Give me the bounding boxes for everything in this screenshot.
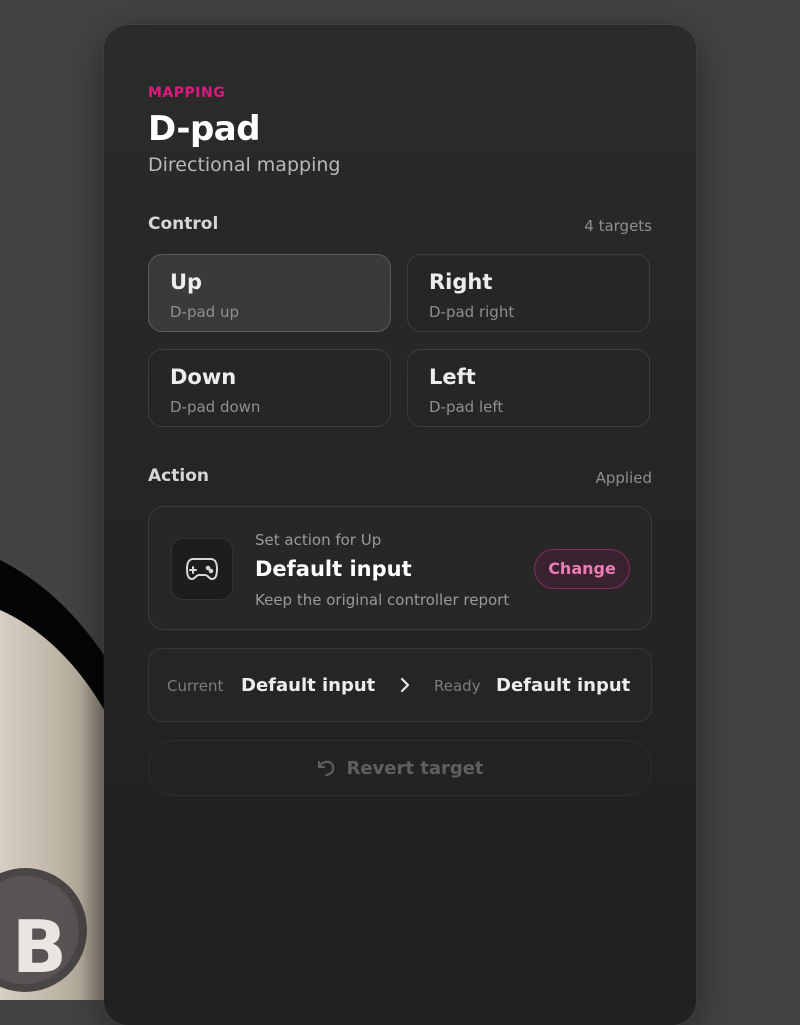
ready-label: Ready — [434, 677, 481, 695]
gamepad-icon — [171, 538, 233, 600]
revert-target-button[interactable]: Revert target — [148, 740, 652, 796]
action-caption: Set action for Up — [255, 531, 382, 549]
action-section-label: Action — [148, 466, 209, 486]
action-title: Default input — [255, 557, 412, 581]
action-description: Keep the original controller report — [255, 591, 510, 609]
undo-icon — [318, 760, 335, 776]
chevron-right-icon — [400, 677, 410, 693]
target-name: Right — [429, 270, 493, 294]
status-row: Current Default input Ready Default inpu… — [148, 648, 652, 722]
target-right[interactable]: Right D-pad right — [407, 254, 650, 332]
target-down[interactable]: Down D-pad down — [148, 349, 391, 427]
page-subtitle: Directional mapping — [148, 154, 341, 176]
target-description: D-pad right — [429, 303, 515, 321]
control-section-label: Control — [148, 214, 219, 234]
target-description: D-pad down — [170, 398, 261, 416]
page-title: D-pad — [148, 109, 261, 149]
section-kicker: MAPPING — [148, 85, 226, 101]
revert-label: Revert target — [346, 757, 484, 779]
current-value: Default input — [241, 675, 376, 696]
target-name: Left — [429, 365, 476, 389]
target-left[interactable]: Left D-pad left — [407, 349, 650, 427]
change-button[interactable]: Change — [534, 549, 630, 589]
mapping-panel: MAPPING D-pad Directional mapping Contro… — [104, 25, 696, 1025]
targets-count: 4 targets — [584, 217, 652, 235]
ready-value: Default input — [496, 675, 631, 696]
target-description: D-pad up — [170, 303, 239, 321]
action-status: Applied — [595, 469, 652, 487]
target-description: D-pad left — [429, 398, 504, 416]
target-name: Up — [170, 270, 203, 294]
target-up[interactable]: Up D-pad up — [148, 254, 391, 332]
target-name: Down — [170, 365, 237, 389]
current-label: Current — [167, 677, 224, 695]
action-card: Set action for Up Default input Keep the… — [148, 506, 652, 630]
svg-text:B: B — [12, 905, 67, 989]
